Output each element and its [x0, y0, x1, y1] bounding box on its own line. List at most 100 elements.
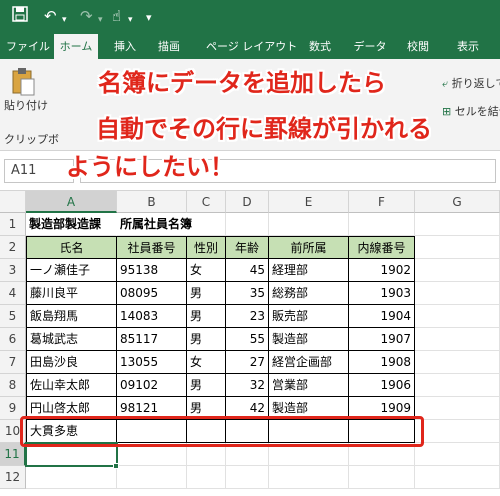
table-cell[interactable]: 1902	[349, 259, 415, 282]
table-cell[interactable]: 1907	[349, 328, 415, 351]
table-cell[interactable]: 27	[226, 351, 269, 374]
table-cell[interactable]: 42	[226, 397, 269, 420]
cell-d12[interactable]	[226, 466, 269, 489]
row-header-1[interactable]: 1	[0, 213, 26, 236]
cell-g1[interactable]	[415, 213, 500, 236]
cell-g11[interactable]	[415, 443, 500, 466]
row-header-11[interactable]: 11	[0, 443, 26, 466]
cell-c11[interactable]	[187, 443, 226, 466]
table-cell[interactable]: 35	[226, 282, 269, 305]
column-header-d[interactable]: D	[226, 191, 269, 213]
table-cell[interactable]: 男	[187, 328, 226, 351]
table-cell-new-record[interactable]: 大貫多恵	[26, 420, 117, 443]
table-cell[interactable]: 一ノ瀬佳子	[26, 259, 117, 282]
row-header-4[interactable]: 4	[0, 282, 26, 305]
tab-insert[interactable]: 挿入	[106, 34, 144, 59]
cell-d11[interactable]	[226, 443, 269, 466]
cell-b12[interactable]	[117, 466, 187, 489]
row-header-9[interactable]: 9	[0, 397, 26, 420]
cell-g6[interactable]	[415, 328, 500, 351]
column-header-c[interactable]: C	[187, 191, 226, 213]
cell-g8[interactable]	[415, 374, 500, 397]
touch-dropdown-icon[interactable]: ▾	[128, 10, 133, 30]
row-header-10[interactable]: 10	[0, 420, 26, 443]
table-cell[interactable]: 女	[187, 259, 226, 282]
cell-g12[interactable]	[415, 466, 500, 489]
column-header-b[interactable]: B	[117, 191, 187, 213]
cell-a11[interactable]	[26, 443, 117, 466]
table-cell[interactable]: 男	[187, 397, 226, 420]
cell-a12[interactable]	[26, 466, 117, 489]
tab-formulas[interactable]: 数式	[300, 34, 340, 59]
header-cell-employee-no[interactable]: 社員番号	[117, 236, 187, 259]
table-cell[interactable]	[269, 420, 349, 443]
table-cell[interactable]: 葛城武志	[26, 328, 117, 351]
table-cell[interactable]: 経理部	[269, 259, 349, 282]
table-cell[interactable]: 女	[187, 351, 226, 374]
cell-f11[interactable]	[349, 443, 415, 466]
table-cell[interactable]: 1909	[349, 397, 415, 420]
table-cell[interactable]	[349, 420, 415, 443]
cell-e1[interactable]	[269, 213, 349, 236]
cell-f12[interactable]	[349, 466, 415, 489]
table-cell[interactable]: 販売部	[269, 305, 349, 328]
header-cell-extension[interactable]: 内線番号	[349, 236, 415, 259]
tab-home[interactable]: ホーム	[54, 34, 98, 59]
table-cell[interactable]: 田島沙良	[26, 351, 117, 374]
cell-g2[interactable]	[415, 236, 500, 259]
header-cell-age[interactable]: 年齢	[226, 236, 269, 259]
cell-f1[interactable]	[349, 213, 415, 236]
cell-g3[interactable]	[415, 259, 500, 282]
touch-mode-icon[interactable]: ☝	[112, 6, 121, 26]
cell-d1[interactable]	[226, 213, 269, 236]
table-cell[interactable]: 飯島翔馬	[26, 305, 117, 328]
table-cell[interactable]: 09102	[117, 374, 187, 397]
table-cell[interactable]: 佐山幸太郎	[26, 374, 117, 397]
cell-g9[interactable]	[415, 397, 500, 420]
table-cell[interactable]: 1908	[349, 351, 415, 374]
table-cell[interactable]: 98121	[117, 397, 187, 420]
column-header-f[interactable]: F	[349, 191, 415, 213]
cell-g5[interactable]	[415, 305, 500, 328]
table-cell[interactable]: 23	[226, 305, 269, 328]
row-header-12[interactable]: 12	[0, 466, 26, 489]
column-header-a[interactable]: A	[26, 191, 117, 213]
cell-g7[interactable]	[415, 351, 500, 374]
customize-qat-icon[interactable]: ▾	[146, 8, 152, 28]
table-cell[interactable]: 13055	[117, 351, 187, 374]
undo-icon[interactable]: ↶	[44, 6, 57, 26]
table-cell[interactable]	[187, 420, 226, 443]
redo-dropdown-icon[interactable]: ▾	[98, 10, 103, 30]
table-cell[interactable]: 1904	[349, 305, 415, 328]
column-header-g[interactable]: G	[415, 191, 500, 213]
table-cell[interactable]: 製造部	[269, 328, 349, 351]
table-cell[interactable]: 55	[226, 328, 269, 351]
table-cell[interactable]: 総務部	[269, 282, 349, 305]
table-cell[interactable]: 1906	[349, 374, 415, 397]
table-cell[interactable]	[226, 420, 269, 443]
cell-b11[interactable]	[117, 443, 187, 466]
table-cell[interactable]: 円山啓太郎	[26, 397, 117, 420]
row-header-6[interactable]: 6	[0, 328, 26, 351]
table-cell[interactable]: 男	[187, 374, 226, 397]
row-header-5[interactable]: 5	[0, 305, 26, 328]
save-icon[interactable]	[12, 6, 28, 27]
table-cell[interactable]: 08095	[117, 282, 187, 305]
table-cell[interactable]: 85117	[117, 328, 187, 351]
header-cell-prev-dept[interactable]: 前所属	[269, 236, 349, 259]
worksheet-grid[interactable]: A B C D E F G 1 2 3 4 5 6 7 8 9 10 11 12…	[0, 191, 500, 496]
header-cell-name[interactable]: 氏名	[26, 236, 117, 259]
table-cell[interactable]: 32	[226, 374, 269, 397]
table-cell[interactable]: 藤川良平	[26, 282, 117, 305]
row-header-8[interactable]: 8	[0, 374, 26, 397]
undo-dropdown-icon[interactable]: ▾	[62, 10, 67, 30]
table-cell[interactable]	[117, 420, 187, 443]
column-header-e[interactable]: E	[269, 191, 349, 213]
cell-e11[interactable]	[269, 443, 349, 466]
table-cell[interactable]: 14083	[117, 305, 187, 328]
tab-data[interactable]: データ	[348, 34, 392, 59]
select-all-corner[interactable]	[0, 191, 26, 213]
cell-b1[interactable]: 所属社員名簿	[117, 213, 192, 236]
cell-g4[interactable]	[415, 282, 500, 305]
table-cell[interactable]: 経営企画部	[269, 351, 349, 374]
